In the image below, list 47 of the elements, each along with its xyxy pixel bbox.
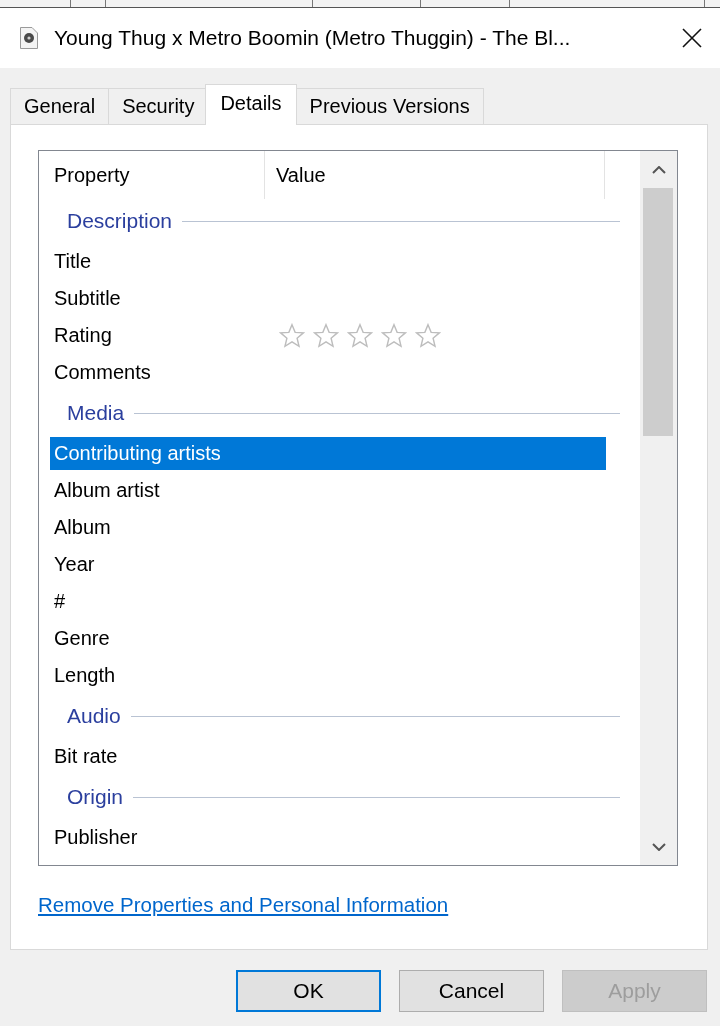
dialog-button[interactable]: Cancel [399, 970, 544, 1012]
audio-file-icon [20, 27, 38, 49]
property-name: Genre [54, 627, 111, 650]
property-name: Publisher [54, 826, 139, 849]
property-row[interactable]: # [50, 585, 606, 618]
window-title: Young Thug x Metro Boomin (Metro Thuggin) - The Bl... [54, 26, 572, 50]
group-heading: Origin [67, 785, 124, 809]
scrollbar-thumb[interactable] [643, 188, 673, 436]
property-name: # [54, 590, 67, 613]
star-icon[interactable] [415, 323, 441, 348]
property-row[interactable]: Length [50, 659, 606, 692]
property-name: Year [54, 553, 96, 576]
group-heading: Description [67, 209, 173, 233]
property-name: Subtitle [54, 287, 122, 310]
property-row[interactable]: Album [50, 511, 606, 544]
property-row[interactable]: Publisher [50, 821, 606, 854]
property-row[interactable]: Title [50, 245, 606, 278]
star-icon[interactable] [347, 323, 373, 348]
property-name: Bit rate [54, 745, 119, 768]
property-row[interactable]: Genre [50, 622, 606, 655]
property-row[interactable]: Contributing artists [50, 437, 606, 470]
tab[interactable]: Previous Versions [295, 88, 484, 124]
property-row[interactable]: Rating [50, 319, 606, 352]
tab[interactable]: Details [205, 84, 297, 125]
property-row[interactable]: Album artist [50, 474, 606, 507]
tab[interactable]: General [10, 88, 110, 124]
property-name: Title [54, 250, 93, 273]
chevron-down-icon [651, 842, 666, 851]
property-name: Album artist [54, 479, 161, 502]
property-row[interactable]: Comments [50, 356, 606, 389]
property-row[interactable]: Subtitle [50, 282, 606, 315]
property-name: Length [54, 664, 117, 687]
property-row[interactable]: Year [50, 548, 606, 581]
property-name: Album [54, 516, 112, 539]
close-icon [682, 28, 702, 48]
star-icon[interactable] [313, 323, 339, 348]
property-row[interactable]: Bit rate [50, 740, 606, 773]
property-name: Contributing artists [54, 442, 222, 465]
star-icon[interactable] [279, 323, 305, 348]
remove-properties-link[interactable]: Remove Properties and Personal Information [38, 893, 449, 917]
group-heading: Audio [67, 704, 121, 728]
dialog-button[interactable]: OK [236, 970, 381, 1012]
chevron-up-icon [651, 165, 666, 174]
property-name: Comments [54, 361, 152, 384]
property-name: Rating [54, 324, 113, 347]
group-heading: Media [67, 401, 125, 425]
star-icon[interactable] [381, 323, 407, 348]
